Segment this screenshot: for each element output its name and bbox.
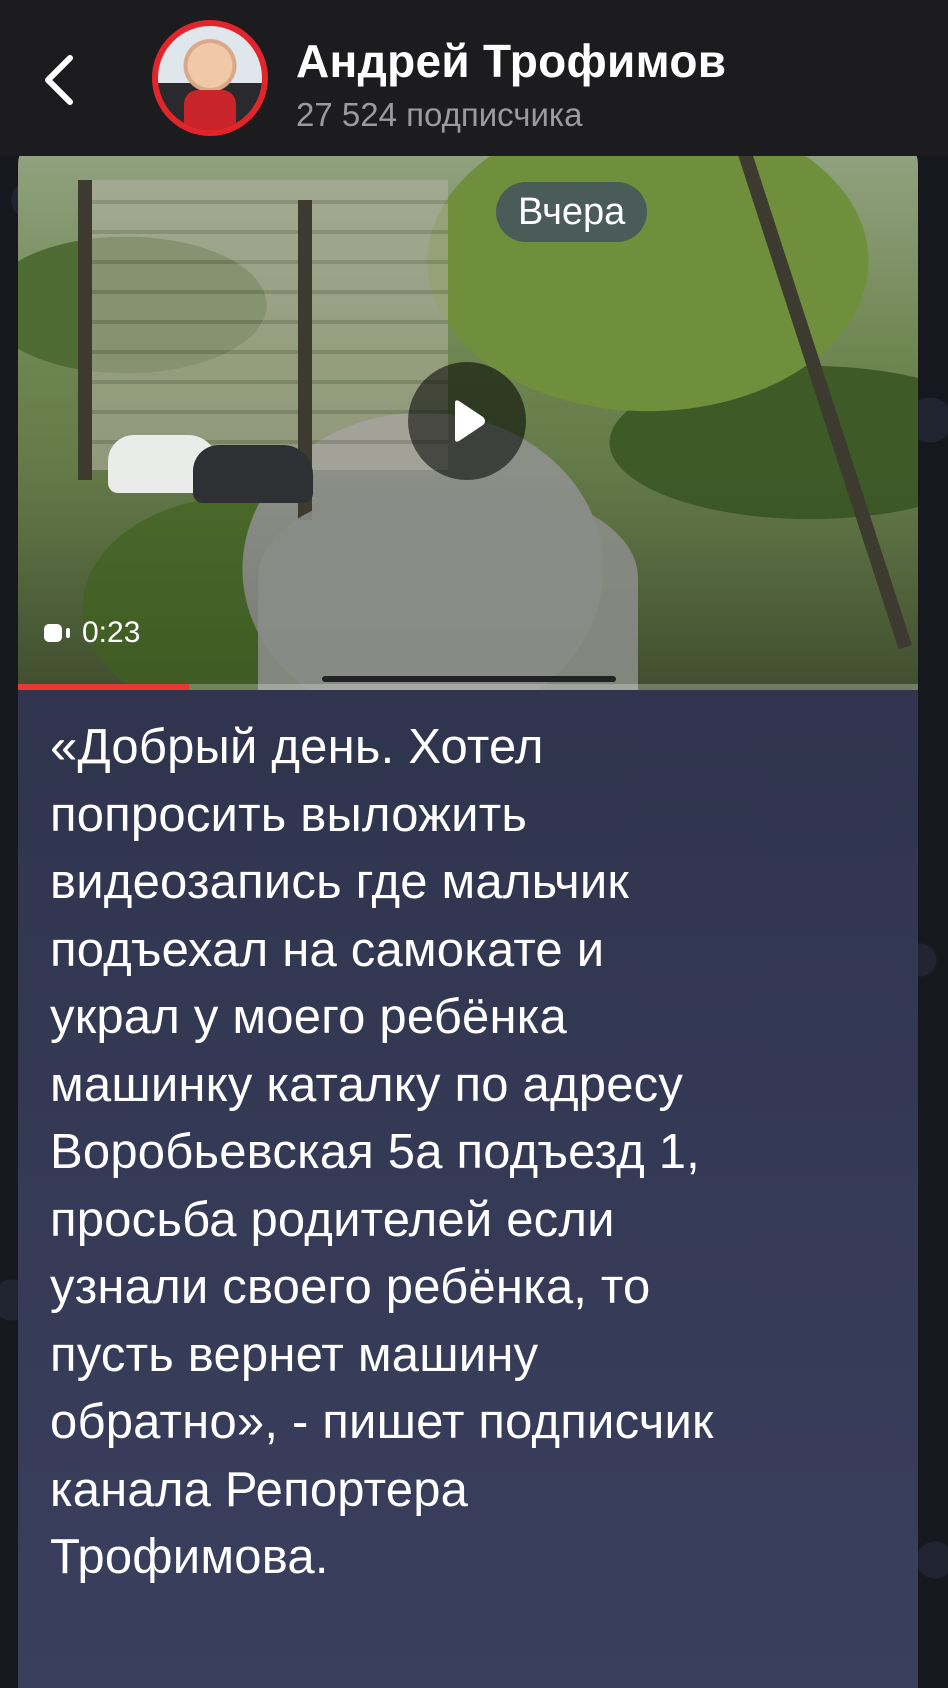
video-duration: 0:23 [32, 610, 150, 656]
chat-header: Андрей Трофимов 27 524 подписчика [0, 0, 948, 156]
video-progress-bar[interactable] [18, 684, 918, 690]
avatar-photo [158, 26, 262, 130]
channel-avatar[interactable] [152, 20, 268, 136]
channel-title[interactable]: Андрей Трофимов [296, 34, 726, 88]
back-button[interactable] [30, 40, 90, 120]
video-frame-tree [737, 150, 913, 650]
chevron-left-icon [45, 55, 73, 105]
message-bubble: 08-2026 12:46:02 Вчера 0:23 «Добрый день… [18, 140, 918, 1688]
subscriber-count: 27 524 подписчика [296, 96, 583, 133]
video-scrub-handle[interactable] [322, 676, 616, 682]
video-frame-building [88, 180, 448, 470]
date-separator: Вчера [496, 182, 648, 242]
video-frame-path [258, 490, 638, 690]
video-progress-fill [18, 684, 189, 690]
video-frame-car [193, 445, 313, 503]
video-frame-tree [78, 180, 92, 480]
play-icon [455, 400, 485, 442]
message-text: «Добрый день. Хотел попросить выложить в… [50, 720, 714, 1584]
duration-label: 0:23 [82, 616, 141, 649]
play-button[interactable] [408, 362, 526, 480]
sound-off-icon [44, 624, 70, 642]
video-player[interactable]: 08-2026 12:46:02 Вчера 0:23 [18, 140, 918, 690]
